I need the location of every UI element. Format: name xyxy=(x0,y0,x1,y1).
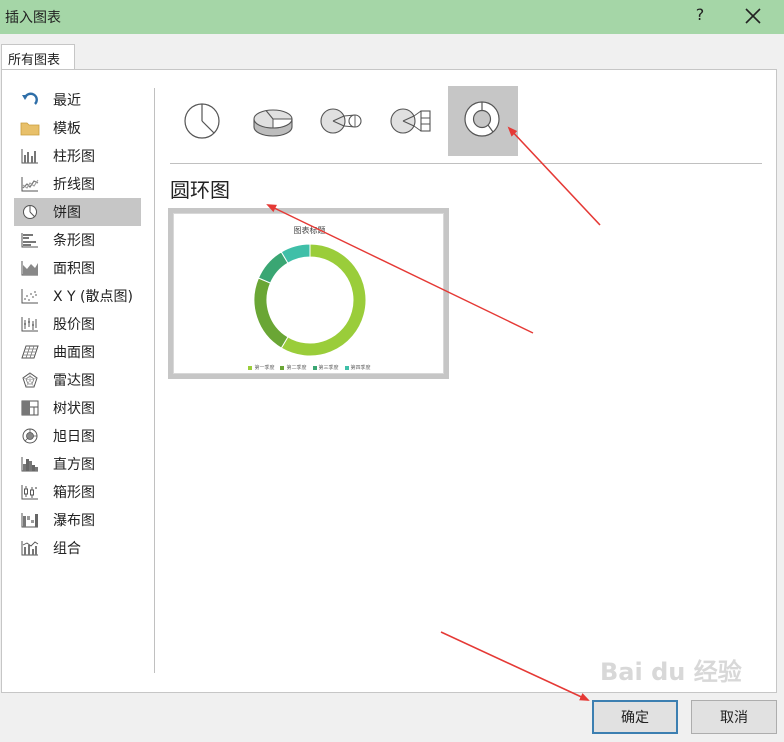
legend-entry: 第一季度 xyxy=(248,364,274,371)
legend-label: 第四季度 xyxy=(350,365,371,371)
surface-chart-icon xyxy=(20,344,40,360)
tab-all-charts[interactable]: 所有图表 xyxy=(1,44,75,70)
selected-chart-name: 圆环图 xyxy=(170,178,230,202)
gallery-divider xyxy=(170,163,762,164)
sidebar-item-stock[interactable]: 股价图 xyxy=(14,310,141,338)
sidebar-item-area[interactable]: 面积图 xyxy=(14,254,141,282)
subtype-pie[interactable] xyxy=(170,86,240,156)
sidebar-item-surface[interactable]: 曲面图 xyxy=(14,338,141,366)
stock-chart-icon xyxy=(20,316,40,332)
tab-bar: 所有图表 xyxy=(0,34,784,70)
close-icon xyxy=(745,8,761,24)
line-chart-icon xyxy=(20,176,40,192)
window-title: 插入图表 xyxy=(5,10,61,26)
sidebar-item-pie[interactable]: 饼图 xyxy=(14,198,141,226)
sidebar-item-line[interactable]: 折线图 xyxy=(14,170,141,198)
legend-swatch xyxy=(344,365,349,370)
sidebar-item-label: 旭日图 xyxy=(53,429,95,445)
treemap-chart-icon xyxy=(20,400,40,416)
ok-button[interactable]: 确定 xyxy=(592,700,678,734)
sidebar-item-treemap[interactable]: 树状图 xyxy=(14,394,141,422)
combo-chart-icon xyxy=(20,540,40,556)
sidebar-item-radar[interactable]: 雷达图 xyxy=(14,366,141,394)
title-bar: 插入图表 ? xyxy=(0,0,784,34)
sidebar-item-label: 瀑布图 xyxy=(53,513,95,529)
legend-entry: 第二季度 xyxy=(280,364,307,371)
legend-swatch xyxy=(248,365,253,370)
subtype-pie-of-pie[interactable] xyxy=(308,86,378,156)
sidebar-divider xyxy=(154,88,155,673)
pie-of-pie-icon xyxy=(320,108,362,134)
legend-label: 第一季度 xyxy=(254,365,275,371)
bar-of-pie-icon xyxy=(390,108,431,134)
sidebar-item-label: 组合 xyxy=(53,541,81,557)
chart-category-list: 最近 模板 柱形图 折线图 饼图 条形图 面积图 X Y (散点图) 股价图 曲… xyxy=(14,86,142,562)
sidebar-item-label: X Y (散点图) xyxy=(53,289,133,305)
3d-pie-icon xyxy=(253,109,293,137)
pie-icon xyxy=(184,103,220,139)
sidebar-item-label: 折线图 xyxy=(53,177,95,193)
box-whisker-chart-icon xyxy=(20,484,40,500)
preview-legend: 第一季度 第二季度 第三季度 第四季度 xyxy=(174,364,445,371)
legend-entry: 第三季度 xyxy=(312,364,339,371)
subtype-bar-of-pie[interactable] xyxy=(377,86,447,156)
sidebar-item-label: 曲面图 xyxy=(53,345,95,361)
sidebar-item-label: 箱形图 xyxy=(53,485,95,501)
doughnut-slice xyxy=(280,243,367,357)
sidebar-item-label: 雷达图 xyxy=(53,373,95,389)
sidebar-item-waterfall[interactable]: 瀑布图 xyxy=(14,506,141,534)
sidebar-item-histogram[interactable]: 直方图 xyxy=(14,450,141,478)
sidebar-item-label: 条形图 xyxy=(53,233,95,249)
doughnut-chart xyxy=(253,243,367,357)
sidebar-item-label: 柱形图 xyxy=(53,149,95,165)
sidebar-item-bar[interactable]: 条形图 xyxy=(14,226,141,254)
recent-icon xyxy=(20,92,40,108)
area-chart-icon xyxy=(20,260,40,276)
sidebar-item-recent[interactable]: 最近 xyxy=(14,86,141,114)
watermark: Bai du 经验 xyxy=(600,658,742,686)
help-button[interactable]: ? xyxy=(693,5,707,27)
sidebar-item-column[interactable]: 柱形图 xyxy=(14,142,141,170)
legend-label: 第二季度 xyxy=(286,365,307,371)
legend-swatch xyxy=(312,365,317,370)
sunburst-chart-icon xyxy=(20,428,40,444)
sidebar-item-label: 模板 xyxy=(53,121,81,137)
sidebar-item-sunburst[interactable]: 旭日图 xyxy=(14,422,141,450)
chart-preview[interactable]: 图表标题 第一季度 第二季度 第三季度 第四季度 xyxy=(168,208,449,379)
waterfall-chart-icon xyxy=(20,512,40,528)
folder-icon xyxy=(20,120,40,136)
radar-chart-icon xyxy=(20,372,40,388)
sidebar-item-label: 直方图 xyxy=(53,457,95,473)
legend-entry: 第四季度 xyxy=(344,364,371,371)
doughnut-slice xyxy=(253,277,289,349)
doughnut-icon xyxy=(464,101,500,137)
column-chart-icon xyxy=(20,148,40,164)
preview-canvas: 图表标题 第一季度 第二季度 第三季度 第四季度 xyxy=(173,213,444,374)
sidebar-item-box-whisker[interactable]: 箱形图 xyxy=(14,478,141,506)
histogram-chart-icon xyxy=(20,456,40,472)
close-button[interactable] xyxy=(742,5,764,27)
pie-chart-icon xyxy=(20,204,40,220)
bar-chart-icon xyxy=(20,232,40,248)
subtype-3d-pie[interactable] xyxy=(239,86,309,156)
legend-swatch xyxy=(280,365,285,370)
sidebar-item-scatter[interactable]: X Y (散点图) xyxy=(14,282,141,310)
cancel-button[interactable]: 取消 xyxy=(691,700,777,734)
sidebar-item-combo[interactable]: 组合 xyxy=(14,534,141,562)
legend-label: 第三季度 xyxy=(318,365,339,371)
sidebar-item-templates[interactable]: 模板 xyxy=(14,114,141,142)
subtype-doughnut[interactable] xyxy=(448,86,518,156)
sidebar-item-label: 饼图 xyxy=(53,205,81,221)
sidebar-item-label: 面积图 xyxy=(53,261,95,277)
sidebar-item-label: 树状图 xyxy=(53,401,95,417)
scatter-chart-icon xyxy=(20,288,40,304)
sidebar-item-label: 股价图 xyxy=(53,317,95,333)
sidebar-item-label: 最近 xyxy=(53,93,81,109)
